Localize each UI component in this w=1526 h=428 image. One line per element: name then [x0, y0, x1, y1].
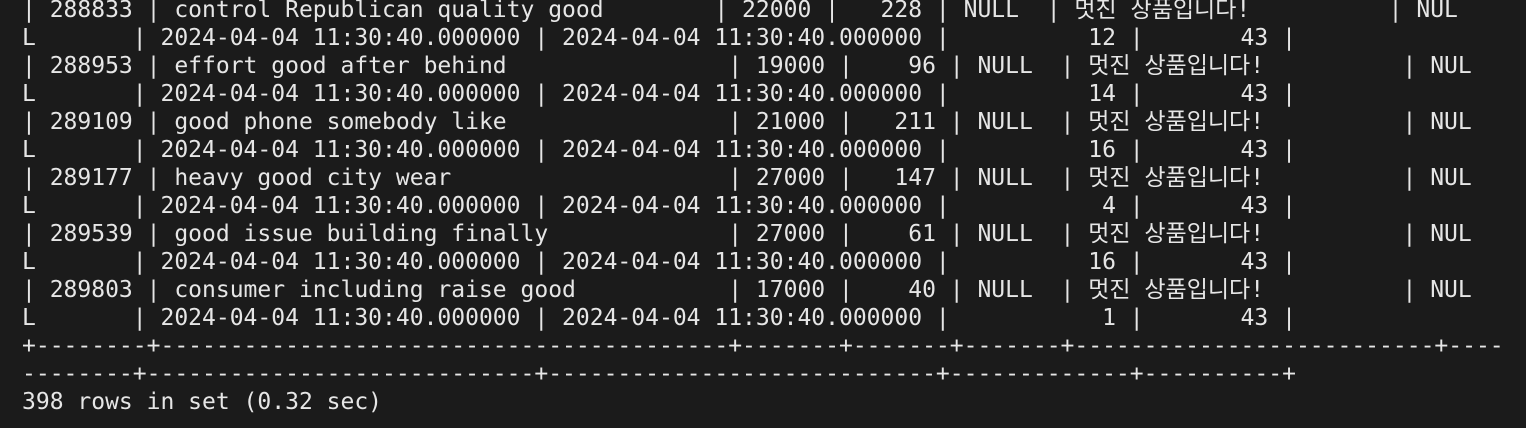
result-row-line: | 289109 | good phone somebody like | 21… — [22, 109, 1472, 135]
result-row-line: | 288833 | control Republican quality go… — [22, 0, 1458, 23]
result-row-line: L | 2024-04-04 11:30:40.000000 | 2024-04… — [22, 81, 1296, 107]
result-row-line: L | 2024-04-04 11:30:40.000000 | 2024-04… — [22, 193, 1296, 219]
result-row-line: | 289177 | heavy good city wear | 27000 … — [22, 165, 1472, 191]
result-summary-line: 398 rows in set (0.32 sec) — [22, 389, 383, 415]
result-row-line: L | 2024-04-04 11:30:40.000000 | 2024-04… — [22, 305, 1296, 331]
result-row-line: L | 2024-04-04 11:30:40.000000 | 2024-04… — [22, 249, 1296, 275]
result-row-line: L | 2024-04-04 11:30:40.000000 | 2024-04… — [22, 137, 1296, 163]
table-border-line: +--------+------------------------------… — [22, 333, 1504, 359]
result-row-line: | 289803 | consumer including raise good… — [22, 277, 1472, 303]
result-row-line: | 289539 | good issue building finally |… — [22, 221, 1472, 247]
result-row-line: | 288953 | effort good after behind | 19… — [22, 53, 1472, 79]
terminal-window[interactable]: | 288833 | control Republican quality go… — [0, 0, 1526, 428]
table-border-line: --------+----------------------------+--… — [22, 361, 1296, 387]
result-row-line: L | 2024-04-04 11:30:40.000000 | 2024-04… — [22, 25, 1296, 51]
